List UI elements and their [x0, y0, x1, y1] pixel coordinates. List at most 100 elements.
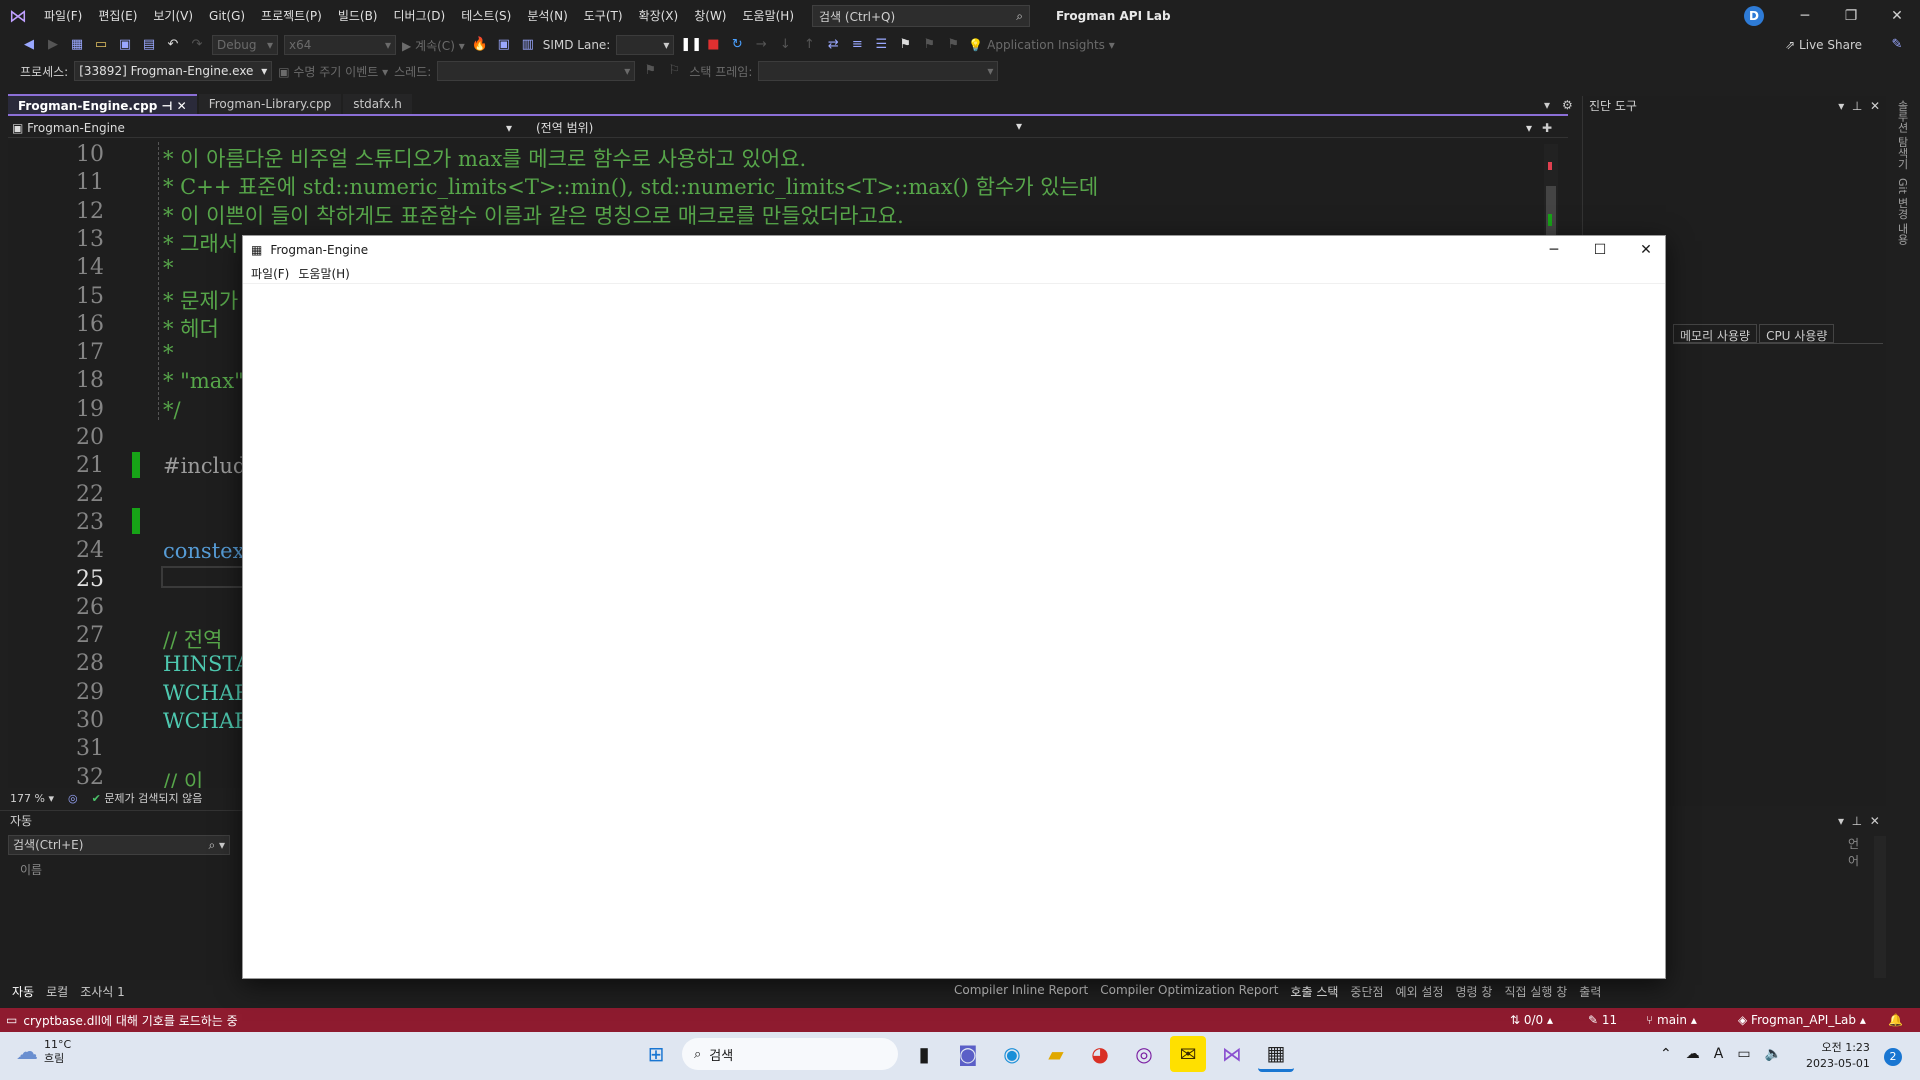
code-line[interactable]: // 이	[163, 766, 210, 788]
bottom-panel-controls[interactable]: ▾ ⊥ ✕	[1838, 814, 1880, 828]
bottom-tab-right-0[interactable]: Compiler Inline Report	[948, 983, 1094, 1000]
menu-item-7[interactable]: 테스트(S)	[453, 0, 519, 32]
restore-button[interactable]: ❐	[1828, 0, 1874, 32]
bookmark-icon[interactable]: ⚑	[896, 36, 914, 54]
bottom-tab-left-2[interactable]: 조사식 1	[74, 983, 131, 1000]
updown-indicator[interactable]: ⇅ 0/0 ▴	[1510, 1013, 1553, 1027]
project-dropdown[interactable]: ▣ Frogman-Engine ▾	[8, 121, 516, 135]
code-line[interactable]: // 전역	[163, 624, 222, 654]
stop-icon[interactable]: ■	[704, 36, 722, 54]
doc-tab-0[interactable]: Frogman-Engine.cpp ⊣ ✕	[8, 94, 197, 114]
tab-memory-usage[interactable]: 메모리 사용량	[1673, 324, 1758, 343]
bottom-tab-right-1[interactable]: Compiler Optimization Report	[1094, 983, 1284, 1000]
app-minimize-button[interactable]: ─	[1531, 236, 1577, 264]
menu-item-4[interactable]: 프로젝트(P)	[253, 0, 330, 32]
configuration-dropdown[interactable]: Debug ▾	[212, 35, 278, 55]
scope-dropdown[interactable]: (전역 범위) ▾	[516, 119, 1026, 136]
notification-bell-icon[interactable]: 🔔	[1888, 1013, 1903, 1027]
menu-item-1[interactable]: 편집(E)	[90, 0, 145, 32]
app-maximize-button[interactable]: ☐	[1577, 236, 1623, 264]
lifecycle-events-button[interactable]: ▣ 수명 주기 이벤트 ▾	[278, 63, 388, 80]
autos-search-input[interactable]: 검색(Ctrl+E) ⌕ ▾	[8, 835, 230, 855]
bottom-tab-right-7[interactable]: 출력	[1573, 983, 1607, 1000]
ime-icon[interactable]: A	[1714, 1046, 1724, 1062]
bottom-tab-left-1[interactable]: 로컬	[40, 983, 74, 1000]
hex-icon[interactable]: ≡	[848, 36, 866, 54]
close-button[interactable]: ✕	[1874, 0, 1920, 32]
menu-item-6[interactable]: 디버그(D)	[386, 0, 454, 32]
hot-reload-icon[interactable]: 🔥	[471, 36, 489, 54]
edge-icon[interactable]: ◉	[994, 1036, 1030, 1072]
redo-icon[interactable]: ↷	[188, 36, 206, 54]
solution-explorer-tab[interactable]: 솔루션 탐색기	[1888, 96, 1916, 174]
copilot-icon[interactable]: ◎	[68, 792, 78, 805]
app-menu-item-0[interactable]: 파일(F)	[249, 265, 296, 282]
frogman-engine-icon[interactable]: ▦	[1258, 1036, 1294, 1072]
user-avatar[interactable]: D	[1744, 6, 1764, 26]
restart-icon[interactable]: ↻	[728, 36, 746, 54]
kakaotalk-icon[interactable]: ✉	[1170, 1036, 1206, 1072]
pin-close-icon[interactable]: ⊣ ✕	[157, 99, 186, 113]
continue-button[interactable]: ▶ 계속(C) ▾	[402, 37, 465, 54]
github-desktop-icon[interactable]: ◎	[1126, 1036, 1162, 1072]
flag-icon[interactable]: ⚑	[641, 62, 659, 80]
bookmark-prev-icon[interactable]: ⚑	[920, 36, 938, 54]
open-folder-icon[interactable]: ▭	[92, 36, 110, 54]
forward-icon[interactable]: ▶	[44, 36, 62, 54]
onedrive-icon[interactable]: ☁	[1686, 1046, 1700, 1062]
process-dropdown[interactable]: [33892] Frogman-Engine.exe ▾	[74, 61, 273, 81]
tab-cpu-usage[interactable]: CPU 사용량	[1759, 324, 1835, 343]
code-line[interactable]: * 문제가	[163, 285, 238, 315]
menu-item-5[interactable]: 빌드(B)	[330, 0, 386, 32]
code-line[interactable]: * 헤더	[163, 313, 219, 343]
menu-item-2[interactable]: 보기(V)	[145, 0, 201, 32]
code-line[interactable]: *	[163, 256, 174, 280]
code-line[interactable]: *	[163, 341, 174, 365]
minimize-button[interactable]: ─	[1782, 0, 1828, 32]
bottom-tab-left-0[interactable]: 자동	[6, 983, 40, 1000]
app-titlebar[interactable]: ▦ Frogman-Engine	[243, 236, 1665, 264]
teams-icon[interactable]: ◙	[950, 1036, 986, 1072]
menu-item-11[interactable]: 창(W)	[686, 0, 734, 32]
code-line[interactable]: */	[163, 398, 181, 422]
bookmark-next-icon[interactable]: ⚑	[944, 36, 962, 54]
step-into-icon[interactable]: ↓	[776, 36, 794, 54]
step-over-icon[interactable]: →	[752, 36, 770, 54]
pencil-indicator[interactable]: ✎ 11	[1588, 1013, 1617, 1027]
app-close-button[interactable]: ✕	[1623, 236, 1669, 264]
git-changes-tab[interactable]: Git 변경 내용	[1888, 174, 1916, 249]
chevron-up-icon[interactable]: ⌃	[1660, 1046, 1672, 1062]
live-share-button[interactable]: ⇗ Live Share	[1785, 38, 1862, 52]
save-icon[interactable]: ▣	[116, 36, 134, 54]
flag-thread-icon[interactable]: ⚐	[665, 62, 683, 80]
threads-icon[interactable]: ⇄	[824, 36, 842, 54]
panel-controls[interactable]: ▾ ⊥ ✕	[1838, 96, 1880, 116]
code-line[interactable]: #includ	[163, 454, 246, 478]
notification-badge[interactable]: 2	[1884, 1048, 1902, 1066]
code-line[interactable]: * 이 이쁜이 들이 착하게도 표준함수 이름과 같은 명칭으로 매크로를 만들…	[163, 200, 904, 230]
app-menu-item-1[interactable]: 도움말(H)	[296, 265, 357, 282]
code-line[interactable]: constex	[163, 539, 244, 563]
network-icon[interactable]: ▭	[1737, 1046, 1750, 1062]
search-box[interactable]: 검색 (Ctrl+Q) ⌕	[812, 5, 1031, 27]
doc-tab-2[interactable]: stdafx.h	[343, 94, 412, 114]
branch-indicator[interactable]: ⑂ main ▴	[1646, 1013, 1697, 1027]
bottom-tab-right-6[interactable]: 직접 실행 창	[1498, 983, 1573, 1000]
task-view-icon[interactable]: ▮	[906, 1036, 942, 1072]
platform-dropdown[interactable]: x64 ▾	[284, 35, 396, 55]
menu-item-3[interactable]: Git(G)	[201, 0, 253, 32]
bottom-tab-right-3[interactable]: 중단점	[1344, 983, 1389, 1000]
bottom-tab-right-4[interactable]: 예외 설정	[1390, 983, 1450, 1000]
thread-dropdown[interactable]: ▾	[437, 61, 636, 81]
zoom-dropdown[interactable]: 177 % ▾	[10, 792, 54, 805]
window-icon[interactable]: ▣	[495, 36, 513, 54]
new-item-icon[interactable]: ▦	[68, 36, 86, 54]
file-explorer-icon[interactable]: ▰	[1038, 1036, 1074, 1072]
feedback-icon[interactable]: ✎	[1888, 36, 1906, 54]
menu-item-8[interactable]: 분석(N)	[519, 0, 575, 32]
code-line[interactable]: * 이 아름다운 비주얼 스튜디오가 max를 메크로 함수로 사용하고 있어요…	[163, 143, 806, 173]
tab-overflow-icon[interactable]: ▾	[1544, 98, 1550, 112]
step-out-icon[interactable]: ↑	[800, 36, 818, 54]
bottom-scrollbar[interactable]	[1874, 836, 1886, 978]
undo-icon[interactable]: ↶	[164, 36, 182, 54]
